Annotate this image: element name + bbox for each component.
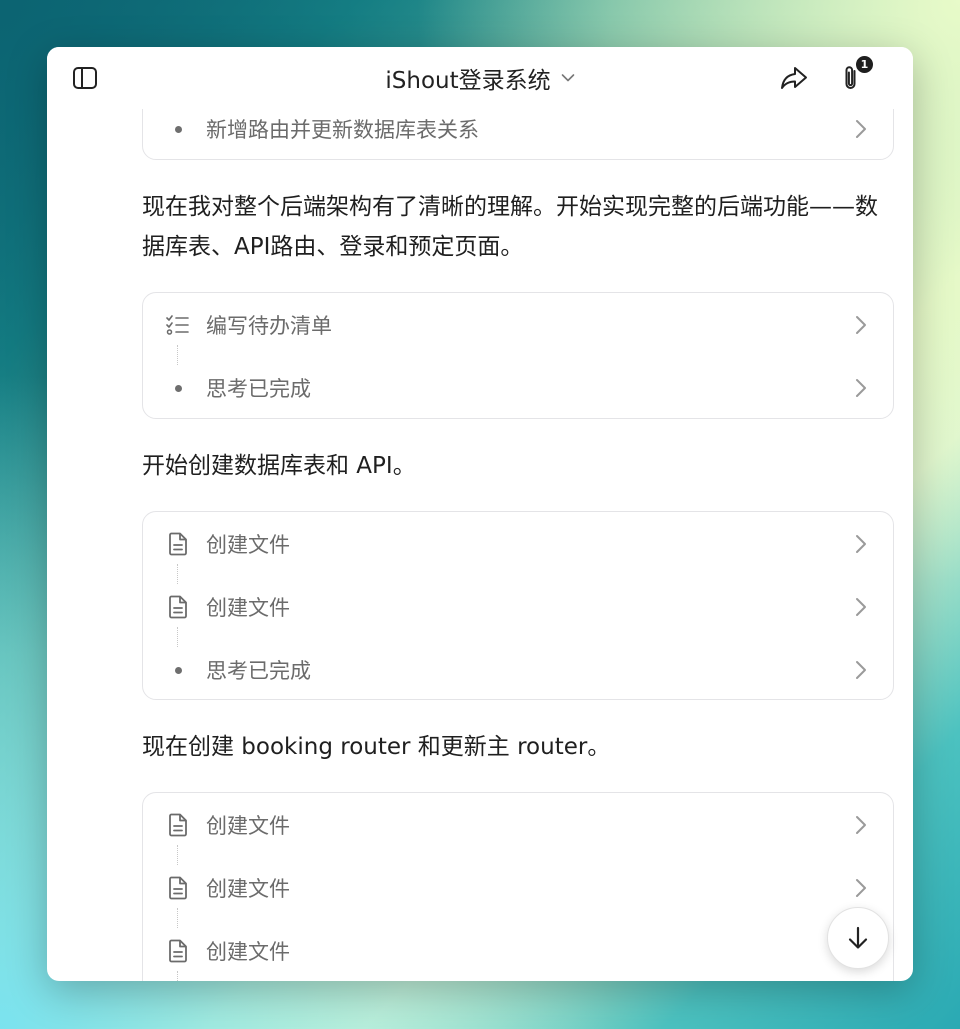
tool-row-label: 创建文件	[206, 596, 290, 620]
chevron-right-icon	[851, 876, 871, 900]
scroll-to-bottom-button[interactable]	[827, 907, 889, 969]
dot-icon	[165, 657, 191, 683]
tool-row[interactable]: 创建文件	[143, 928, 893, 974]
timeline-connector	[177, 345, 178, 365]
assistant-message: 现在创建 booking router 和更新主 router。	[142, 734, 611, 760]
tool-card: 创建文件 创建文件 思考已完成	[142, 511, 894, 700]
assistant-message: 现在我对整个后端架构有了清晰的理解。开始实现完整的后端功能——数据库表、API路…	[142, 194, 878, 260]
tool-row[interactable]: 创建文件	[143, 521, 893, 567]
assistant-message: 开始创建数据库表和 API。	[142, 453, 416, 479]
timeline-connector	[177, 564, 178, 584]
tool-row[interactable]: 编写待办清单	[143, 302, 893, 348]
share-button[interactable]	[777, 61, 811, 95]
tool-row-label: 新增路由并更新数据库表关系	[206, 118, 479, 142]
chevron-right-icon	[851, 658, 871, 682]
file-icon	[165, 594, 191, 620]
checklist-icon	[165, 312, 191, 338]
tool-row[interactable]: 思考已完成	[143, 365, 893, 411]
chevron-right-icon	[851, 595, 871, 619]
file-icon	[165, 812, 191, 838]
chevron-down-icon	[561, 74, 574, 82]
dot-icon	[165, 116, 191, 142]
attachments-button[interactable]: 1	[834, 55, 874, 95]
timeline-connector	[177, 627, 178, 647]
chevron-right-icon	[851, 813, 871, 837]
app-window: 新增路由并更新数据库表关系 现在我对整个后端架构有了清晰的理解。开始实现完整的后…	[47, 47, 913, 981]
chevron-right-icon	[851, 313, 871, 337]
chat-content: 新增路由并更新数据库表关系 现在我对整个后端架构有了清晰的理解。开始实现完整的后…	[47, 47, 913, 981]
tool-row[interactable]: 创建文件	[143, 865, 893, 911]
tool-row[interactable]: 创建文件	[143, 802, 893, 848]
attachment-count-badge: 1	[855, 55, 874, 74]
tool-row-label: 创建文件	[206, 814, 290, 838]
tool-card: 创建文件 创建文件 创建文件	[142, 792, 894, 981]
tool-row-label: 思考已完成	[206, 659, 311, 683]
chevron-right-icon	[851, 376, 871, 400]
tool-row-label: 思考已完成	[206, 377, 311, 401]
file-icon	[165, 875, 191, 901]
share-icon	[781, 67, 807, 89]
tool-row[interactable]: 新增路由并更新数据库表关系	[143, 106, 893, 152]
file-icon	[165, 531, 191, 557]
tool-card: 编写待办清单 思考已完成	[142, 292, 894, 419]
page-title: iShout登录系统	[385, 68, 551, 94]
tool-row-label: 创建文件	[206, 533, 290, 557]
timeline-connector	[177, 845, 178, 865]
tool-row-label: 创建文件	[206, 940, 290, 964]
arrow-down-icon	[848, 926, 868, 949]
file-icon	[165, 938, 191, 964]
tool-row-label: 创建文件	[206, 877, 290, 901]
timeline-connector	[177, 971, 178, 981]
chevron-right-icon	[851, 117, 871, 141]
timeline-connector	[177, 908, 178, 928]
chevron-right-icon	[851, 532, 871, 556]
dot-icon	[165, 375, 191, 401]
tool-row-label: 编写待办清单	[206, 314, 332, 338]
top-bar: iShout登录系统 1	[47, 47, 913, 109]
tool-row[interactable]: 思考已完成	[143, 647, 893, 693]
tool-row[interactable]: 创建文件	[143, 584, 893, 630]
